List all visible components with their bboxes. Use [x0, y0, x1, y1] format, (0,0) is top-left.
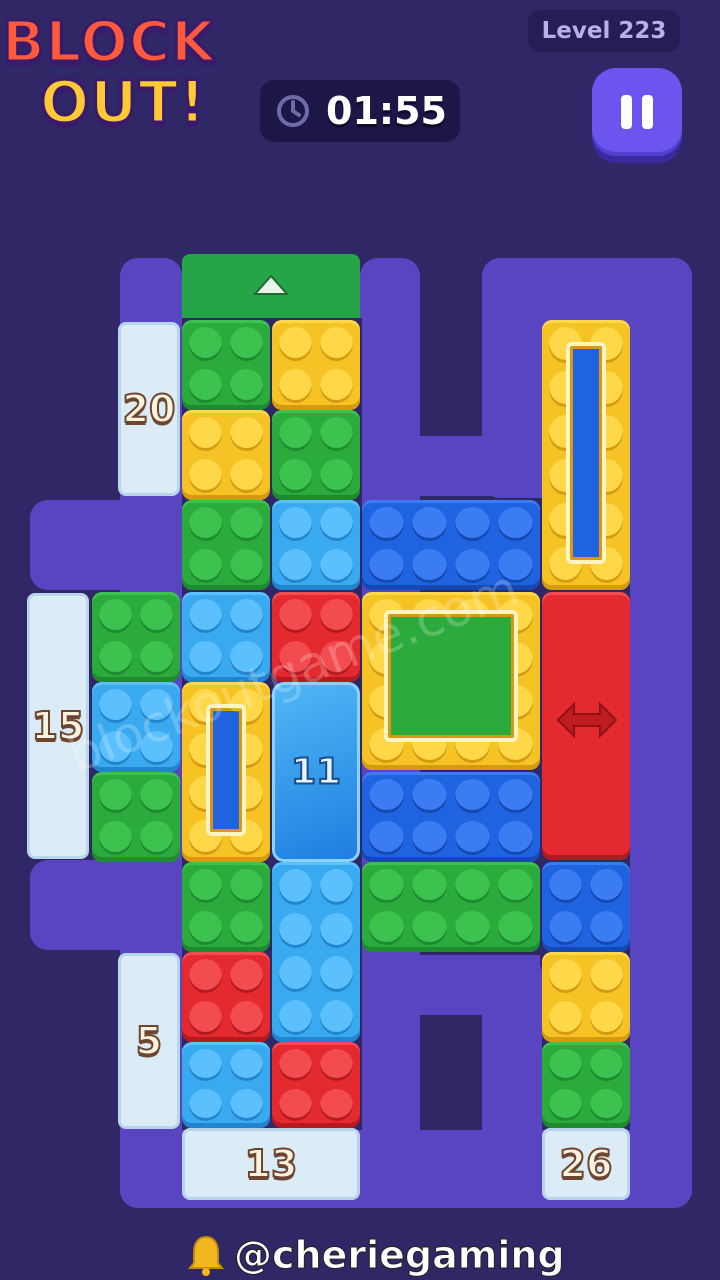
ice-count-5: 5 [135, 1018, 163, 1064]
ice-counter-left-bottom: 5 [118, 953, 180, 1129]
red-block-b[interactable] [182, 952, 270, 1042]
green-block-g[interactable] [542, 1042, 630, 1128]
red-block-c[interactable] [272, 1042, 360, 1128]
lightblue-block-d[interactable] [182, 1042, 270, 1128]
ice-count-13: 13 [244, 1141, 299, 1187]
up-arrow-icon [252, 274, 290, 295]
lightblue-block-a[interactable] [272, 500, 360, 590]
green-block-d[interactable] [92, 592, 180, 682]
blue-block-right[interactable] [542, 862, 630, 952]
green-block-f[interactable] [182, 862, 270, 952]
green-horizontal-block[interactable] [362, 862, 540, 952]
green-block-c[interactable] [182, 500, 270, 590]
green-block-a[interactable] [182, 320, 270, 410]
ice-counter-left-top: 20 [118, 322, 180, 496]
blue-horizontal-block-top[interactable] [362, 500, 540, 590]
level-badge: Level 223 [528, 10, 680, 52]
game-logo: BLOCK OUT! [0, 0, 262, 150]
yellow-frame-block-right-inner-window [566, 342, 606, 564]
ice-count-20: 20 [122, 386, 177, 432]
yellow-block-c[interactable] [542, 952, 630, 1042]
blue-horizontal-block-mid[interactable] [362, 772, 540, 862]
lightblue-vertical-block[interactable] [272, 862, 360, 1042]
logo-line-2: OUT! [38, 67, 207, 138]
pause-icon [616, 95, 658, 129]
clock-icon [277, 95, 309, 127]
ice-counter-bottom-mid: 13 [182, 1128, 360, 1200]
wall-left-notch-bottom [30, 860, 182, 950]
ice-counter-bottom-right: 26 [542, 1128, 630, 1200]
gem-counter: 11 [290, 751, 342, 794]
timer: 01:55 [260, 80, 460, 142]
timer-value: 01:55 [326, 89, 447, 133]
exit-door-green [182, 254, 360, 318]
credit: @cheriegaming [186, 1230, 565, 1280]
yellow-frame-block-right[interactable] [542, 320, 630, 590]
pause-button[interactable] [592, 68, 682, 156]
bell-icon [187, 1235, 225, 1276]
credit-handle: @cheriegaming [234, 1233, 566, 1278]
logo-line-1: BLOCK [0, 9, 216, 77]
yellow-block-a[interactable] [272, 320, 360, 410]
yellow-block-b[interactable] [182, 410, 270, 500]
wall-right-column [630, 258, 692, 1208]
double-arrow-icon [556, 701, 618, 739]
wall-left-notch-top [30, 500, 182, 590]
green-block-e[interactable] [92, 772, 180, 862]
gem-block[interactable]: 11 [272, 682, 360, 862]
green-block-b[interactable] [272, 410, 360, 500]
ice-count-26: 26 [559, 1141, 614, 1187]
